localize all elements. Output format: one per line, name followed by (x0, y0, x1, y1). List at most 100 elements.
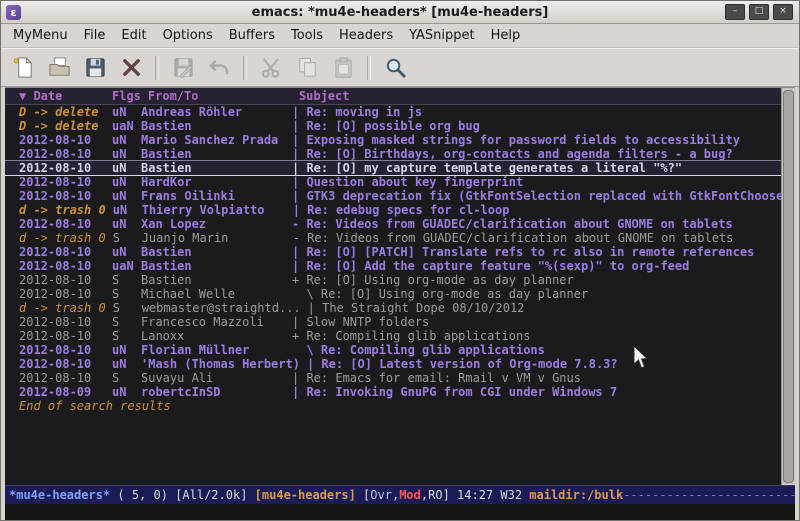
message-row[interactable]: 2012-08-10SSuvayu Ali| Re: Emacs for ema… (5, 371, 781, 385)
column-header-flags[interactable]: Flgs (112, 88, 141, 104)
menu-item-headers[interactable]: Headers (331, 26, 401, 45)
message-row[interactable]: 2012-08-10uNFlorian Müllner \ Re: Compil… (5, 343, 781, 357)
message-row[interactable]: d -> trash 0SJuanjo Marin- Re: Videos fr… (5, 231, 781, 245)
cell-from: Bastien (141, 259, 285, 273)
cell-flags: uN (112, 161, 134, 175)
cell-flags: uN (112, 385, 134, 399)
cell-flags: S (112, 273, 134, 287)
column-header-subject[interactable]: Subject (299, 88, 350, 104)
menu-item-mymenu[interactable]: MyMenu (5, 26, 76, 45)
cell-flags: uN (112, 343, 134, 357)
message-row[interactable]: D -> deleteuNAndreas Röhler| Re: moving … (5, 105, 781, 119)
message-row[interactable]: 2012-08-10SBastien+ Re: [O] Using org-mo… (5, 273, 781, 287)
cell-subject: | Re: [O] Latest version of Org-mode 7.8… (307, 357, 618, 371)
menu-item-yasnippet[interactable]: YASnippet (401, 26, 483, 45)
message-row[interactable]: 2012-08-10uNXan Lopez- Re: Videos from G… (5, 217, 781, 231)
cell-from: Andreas Röhler (141, 105, 285, 119)
message-row[interactable]: 2012-08-10SMichael Welle \ Re: [O] Using… (5, 287, 781, 301)
cell-subject: + Re: [O] Using org-mode as day planner (292, 273, 574, 287)
cell-date: 2012-08-10 (19, 147, 105, 161)
modeline-readonly-flag: ,RO] (421, 488, 457, 502)
cell-from: Mario Sanchez Prada (141, 133, 285, 147)
cell-from: Bastien (141, 147, 285, 161)
message-row[interactable]: 2012-08-10SFrancesco Mazzoli| Slow NNTP … (5, 315, 781, 329)
cell-subject: | Re: Invoking GnuPG from CGI under Wind… (292, 385, 617, 399)
cell-subject: - Re: Videos from GUADEC/clarification a… (292, 217, 733, 231)
cell-from: Xan Lopez (141, 217, 285, 231)
message-row[interactable]: d -> trash 0Swebmaster@straightd...| The… (5, 301, 781, 315)
cell-date: 2012-08-09 (19, 385, 105, 399)
cell-date: d -> trash 0 (19, 301, 106, 315)
message-row[interactable]: 2012-08-10uaNBastien| Re: [O] Add the ca… (5, 259, 781, 273)
scrollbar-thumb[interactable] (783, 90, 794, 483)
cell-date: 2012-08-10 (19, 329, 105, 343)
close-button[interactable]: × (773, 4, 793, 20)
new-file-icon[interactable] (7, 53, 39, 83)
cell-subject: | Re: [O] Birthdays, org-contacts and ag… (292, 147, 733, 161)
menu-item-tools[interactable]: Tools (283, 26, 331, 45)
close-icon[interactable] (115, 53, 147, 83)
message-row[interactable]: 2012-08-10uNHardKor| Question about key … (5, 175, 781, 189)
message-row[interactable]: 2012-08-10uN'Mash (Thomas Herbert)| Re: … (5, 357, 781, 371)
menu-item-options[interactable]: Options (155, 26, 221, 45)
message-row[interactable]: 2012-08-10uNBastien| Re: [O] [PATCH] Tra… (5, 245, 781, 259)
buffer-area: ▼ DateFlgsFrom/ToSubject D -> deleteuNAn… (5, 87, 795, 485)
echo-area[interactable] (5, 504, 795, 521)
modeline-maildir: maildir:/bulk (529, 488, 623, 502)
paste-icon (327, 53, 359, 83)
undo-icon (203, 53, 235, 83)
cell-subject: | Re: [O] Add the capture feature "%(sex… (292, 259, 689, 273)
cell-date: 2012-08-10 (19, 245, 105, 259)
cell-subject: | Slow NNTP folders (292, 315, 429, 329)
headers-buffer: ▼ DateFlgsFrom/ToSubject D -> deleteuNAn… (5, 88, 781, 485)
window-controls: – □ × (725, 4, 793, 20)
cell-from: Thierry Volpiatto (142, 203, 286, 217)
message-row[interactable]: 2012-08-10uNFrans Oilinki| GTK3 deprecat… (5, 189, 781, 203)
menu-item-edit[interactable]: Edit (113, 26, 154, 45)
cell-flags: S (112, 329, 134, 343)
cell-from: Frans Oilinki (141, 189, 285, 203)
cell-flags: S (113, 231, 135, 245)
message-row-current[interactable]: 2012-08-10uNBastien| Re: [O] my capture … (5, 161, 781, 175)
toolbar-separator (243, 56, 247, 80)
cell-subject: | Question about key fingerprint (292, 175, 523, 189)
titlebar[interactable]: ε emacs: *mu4e-headers* [mu4e-headers] –… (1, 1, 799, 24)
message-row[interactable]: 2012-08-10uNMario Sanchez Prada| Exposin… (5, 133, 781, 147)
cell-flags: uaN (112, 259, 134, 273)
toolbar (1, 48, 799, 87)
message-row[interactable]: 2012-08-10uNBastien| Re: [O] Birthdays, … (5, 147, 781, 161)
menu-item-help[interactable]: Help (483, 26, 529, 45)
cell-subject: + Re: Compiling glib applications (292, 329, 530, 343)
cell-subject: | Re: moving in js (292, 105, 422, 119)
mode-line: *mu4e-headers* ( 5, 0) [All/2.0k] [mu4e-… (5, 485, 795, 504)
cell-subject: | Re: [O] my capture template generates … (292, 161, 682, 175)
cell-flags: uN (112, 217, 134, 231)
cell-flags: S (112, 371, 134, 385)
cell-date: D -> delete (19, 119, 105, 133)
end-of-results: End of search results (5, 399, 781, 413)
menu-item-buffers[interactable]: Buffers (221, 26, 283, 45)
minimize-button[interactable]: – (725, 4, 745, 20)
message-row[interactable]: 2012-08-10SLanoxx+ Re: Compiling glib ap… (5, 329, 781, 343)
message-row[interactable]: D -> deleteuaNBastien| Re: [O] possible … (5, 119, 781, 133)
modeline-size: [All/2.0k] (175, 488, 254, 502)
cell-from: Bastien (141, 161, 285, 175)
open-file-icon[interactable] (43, 53, 75, 83)
sort-indicator: ▼ (19, 89, 33, 103)
save-icon[interactable] (79, 53, 111, 83)
cell-from: Bastien (141, 119, 285, 133)
cell-from: robertcInSD (141, 385, 285, 399)
cell-date: 2012-08-10 (19, 133, 105, 147)
search-icon[interactable] (379, 53, 411, 83)
column-header-from[interactable]: From/To (148, 88, 292, 104)
vertical-scrollbar[interactable] (781, 88, 795, 485)
menu-item-file[interactable]: File (76, 26, 114, 45)
maximize-button[interactable]: □ (749, 4, 769, 20)
cell-flags: uN (112, 175, 134, 189)
message-row[interactable]: d -> trash 0uNThierry Volpiatto| Re: ede… (5, 203, 781, 217)
cell-flags: S (113, 301, 135, 315)
cell-flags: S (112, 315, 134, 329)
cell-subject: | Re: edebug specs for cl-loop (293, 203, 510, 217)
column-header-date[interactable]: ▼ Date (19, 88, 105, 104)
message-row[interactable]: 2012-08-09 uN robertcInSD | Re: Invoking Gn… (5, 385, 781, 399)
